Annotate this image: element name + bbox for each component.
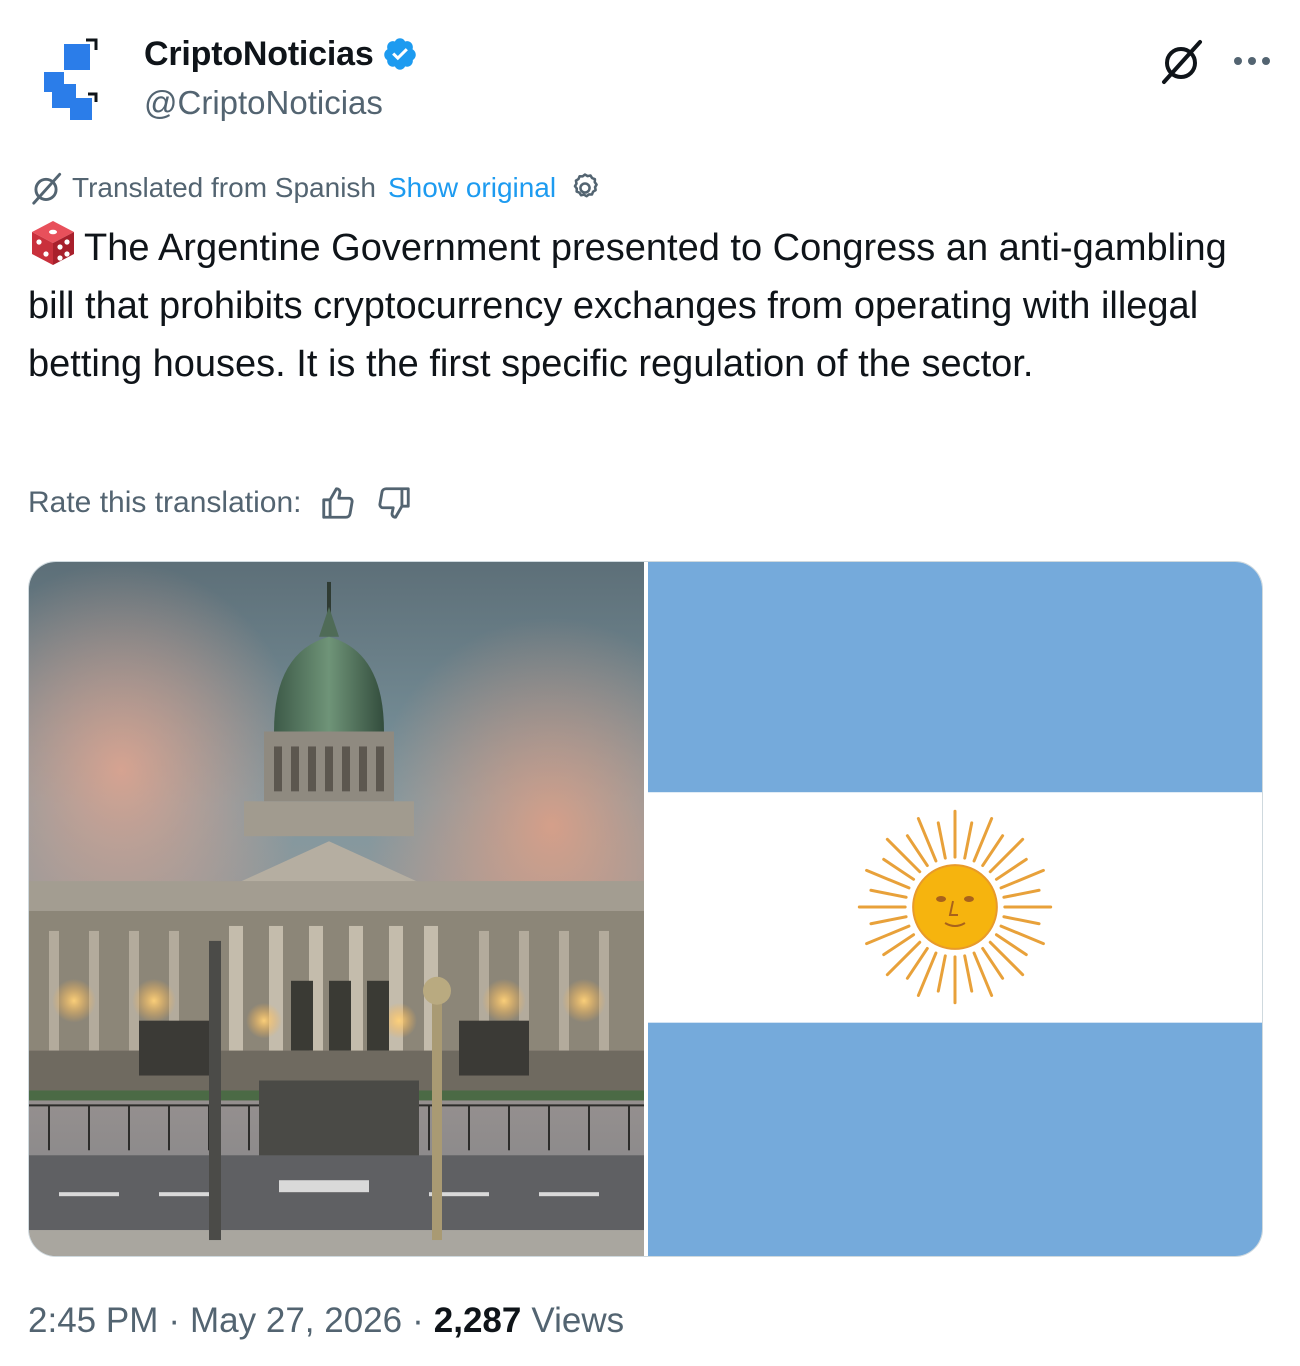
- display-name[interactable]: CriptoNoticias: [144, 35, 374, 74]
- argentina-flag-image[interactable]: [648, 562, 1262, 1256]
- tweet-body: The Argentine Government presented to Co…: [28, 227, 1227, 385]
- tweet-date[interactable]: May 27, 2026: [190, 1301, 402, 1341]
- views-label[interactable]: Views: [531, 1301, 624, 1341]
- grok-icon[interactable]: [1156, 36, 1206, 86]
- verified-badge-icon: [383, 38, 416, 70]
- avatar[interactable]: [42, 34, 122, 124]
- tweet-header: CriptoNoticias @CriptoNoticias: [28, 28, 1272, 138]
- translated-label: Translated from Spanish: [72, 172, 376, 203]
- criptonoticias-logo-icon: [44, 38, 98, 120]
- separator-dot: ·: [168, 1301, 181, 1340]
- thumbs-down-icon[interactable]: [375, 484, 413, 522]
- gear-icon[interactable]: [568, 171, 602, 205]
- media-grid: [28, 561, 1263, 1257]
- more-icon[interactable]: [1232, 55, 1272, 67]
- tweet-time[interactable]: 2:45 PM: [28, 1301, 158, 1341]
- author-names: CriptoNoticias @CriptoNoticias: [144, 34, 418, 122]
- congress-building-photo[interactable]: [29, 562, 644, 1256]
- tweet-text: The Argentine Government presented to Co…: [28, 218, 1258, 393]
- rate-label: Rate this translation:: [28, 486, 302, 519]
- author-handle[interactable]: @CriptoNoticias: [144, 84, 418, 122]
- dice-emoji-icon: [32, 221, 74, 265]
- separator-dot: ·: [412, 1301, 424, 1340]
- header-actions: [1156, 36, 1272, 86]
- grok-translate-icon: [32, 172, 62, 205]
- rate-translation: Rate this translation:: [28, 480, 413, 526]
- show-original-link[interactable]: Show original: [388, 172, 556, 204]
- thumbs-up-icon[interactable]: [319, 484, 357, 522]
- translation-bar: Translated from Spanish Show original: [28, 168, 602, 208]
- views-count[interactable]: 2,287: [434, 1301, 522, 1341]
- tweet-meta: 2:45 PM · May 27, 2026 · 2,287 Views: [28, 1298, 624, 1344]
